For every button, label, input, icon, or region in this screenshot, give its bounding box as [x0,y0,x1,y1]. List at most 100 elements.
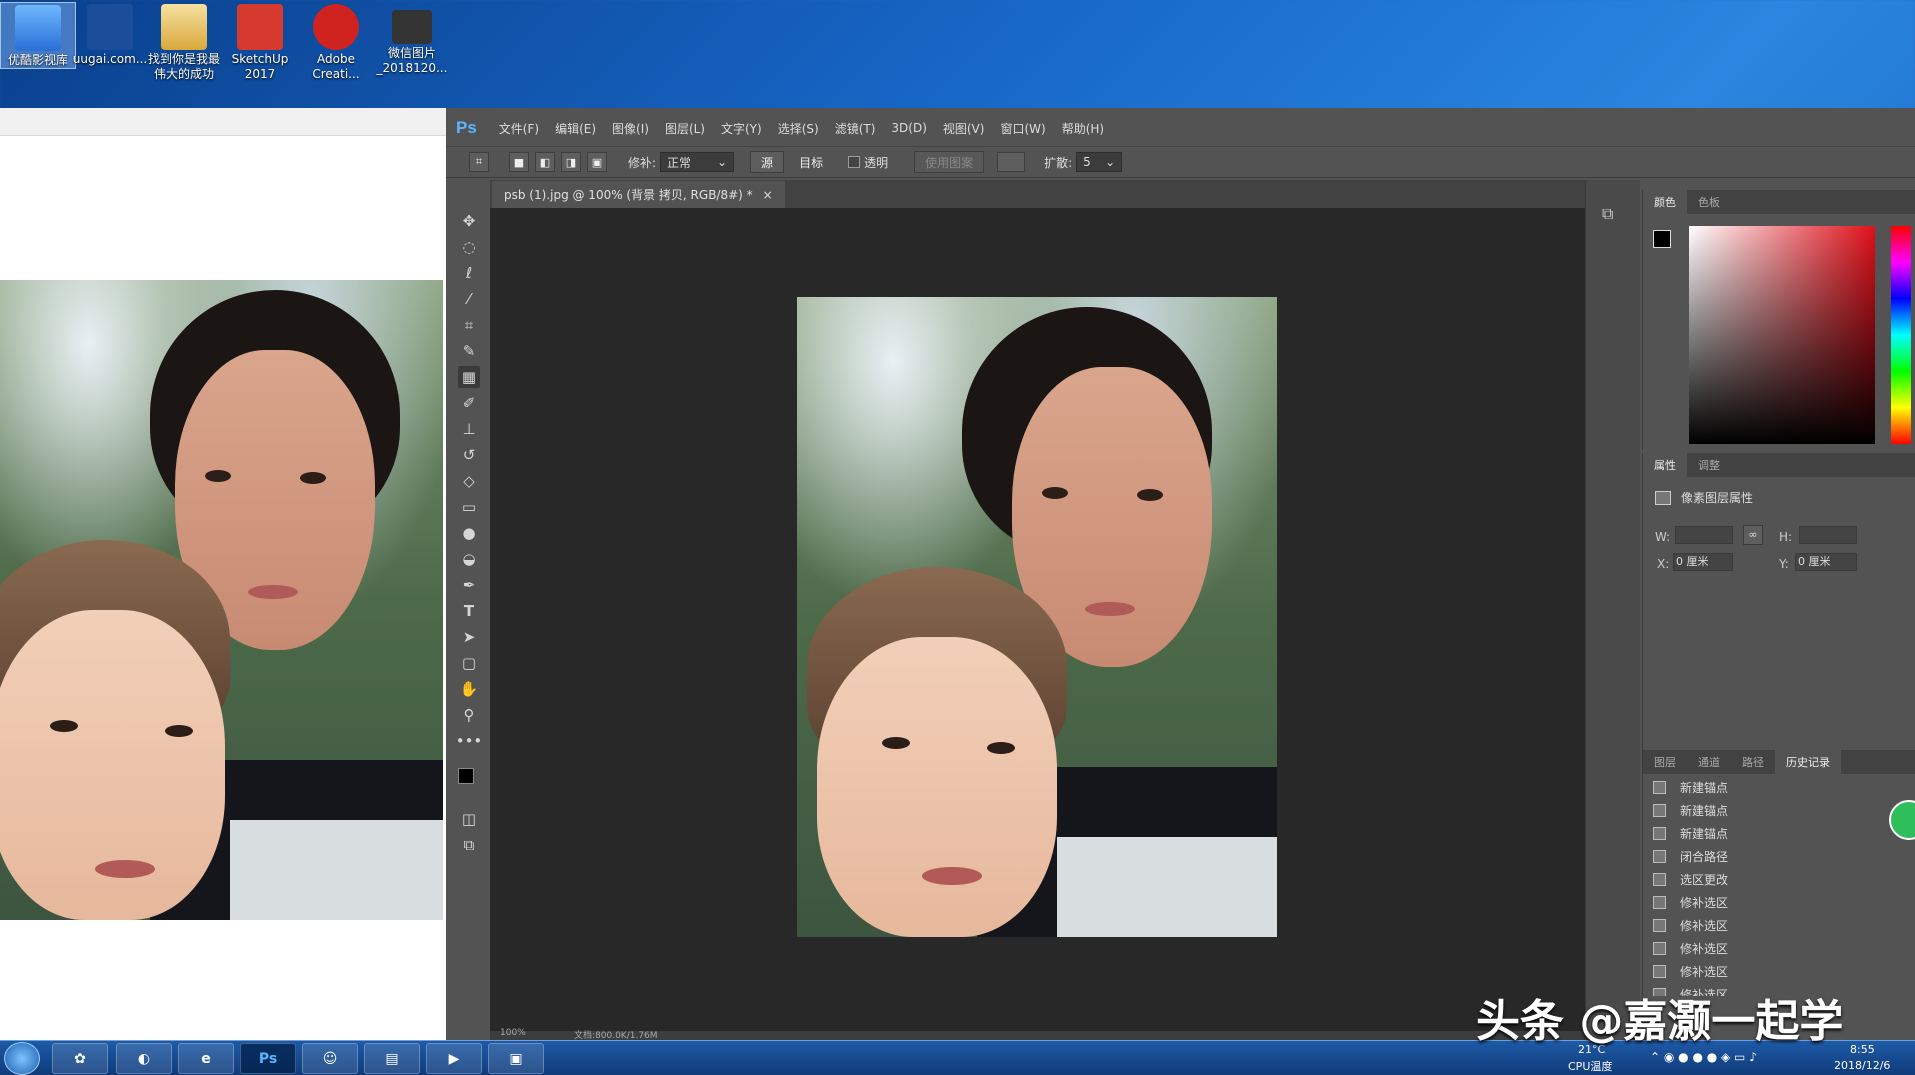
dodge-tool-icon[interactable]: ◒ [458,548,480,570]
diffusion-value: 5 [1083,155,1091,169]
menu-layer[interactable]: 图层(L) [657,120,713,137]
ellipse-marquee-icon[interactable]: ◌ [458,236,480,258]
more-tools-icon[interactable]: ••• [456,730,483,752]
transparent-checkbox[interactable] [848,156,861,168]
document-canvas-photo[interactable] [797,297,1277,937]
tab-channels[interactable]: 通道 [1687,750,1731,774]
tab-color[interactable]: 颜色 [1643,190,1687,214]
menu-edit[interactable]: 编辑(E) [547,120,604,137]
brush-tool-icon[interactable]: ✐ [458,392,480,414]
tab-paths[interactable]: 路径 [1731,750,1775,774]
desktop-icon-adobe-cc[interactable]: Adobe Creati... [298,2,374,82]
x-field[interactable]: 0 厘米 [1673,553,1733,571]
history-brush-icon[interactable]: ↺ [458,444,480,466]
width-field[interactable] [1675,526,1733,544]
ie-icon[interactable]: e [178,1043,234,1074]
eraser-tool-icon[interactable]: ◇ [458,470,480,492]
foreground-color-swatch[interactable] [458,768,474,784]
desktop-icon-sketchup[interactable]: SketchUp 2017 [222,2,298,82]
colorful-app-icon[interactable]: ✿ [52,1043,108,1074]
photoshop-icon[interactable]: Ps [240,1043,296,1074]
wechat-icon[interactable]: ☺ [302,1043,358,1074]
menu-type[interactable]: 文字(Y) [713,120,770,137]
menu-filter[interactable]: 滤镜(T) [827,120,884,137]
patch-tool-preset-icon[interactable]: ⌗ [469,152,489,172]
history-item[interactable]: 修补选区 [1643,960,1915,983]
eyedropper-icon[interactable]: ✎ [458,340,480,362]
desktop-icon-label: Adobe Creati... [312,52,360,81]
clock-date[interactable]: 2018/12/6 [1834,1059,1890,1072]
patch-step-icon [1653,942,1666,955]
history-item[interactable]: 选区更改 [1643,868,1915,891]
menu-image[interactable]: 图像(I) [604,120,657,137]
desktop-icon-wechat-image[interactable]: 微信图片_2018120... [374,2,450,76]
menu-3d[interactable]: 3D(D) [883,121,934,135]
history-item[interactable]: 新建锚点 [1643,822,1915,845]
close-icon[interactable]: × [763,188,773,202]
menu-window[interactable]: 窗口(W) [992,120,1053,137]
hand-tool-icon[interactable]: ✋ [458,678,480,700]
path-selection-icon[interactable]: ➤ [458,626,480,648]
menu-file[interactable]: 文件(F) [491,120,547,137]
diffusion-select[interactable]: 5 ⌄ [1076,152,1123,172]
patch-mode-select[interactable]: 正常 ⌄ [660,152,735,172]
tab-history[interactable]: 历史记录 [1775,750,1841,774]
type-tool-icon[interactable]: T [458,600,480,622]
screen-mode-icon[interactable]: ⧉ [458,834,480,856]
target-button[interactable]: 目标 [788,151,835,173]
menu-help[interactable]: 帮助(H) [1054,120,1112,137]
new-selection-icon[interactable]: ■ [509,152,529,172]
tab-swatches[interactable]: 色板 [1687,190,1731,214]
height-field[interactable] [1799,526,1857,544]
source-button[interactable]: 源 [750,151,785,173]
panel-toggle-icon[interactable]: ⧉ [1602,204,1613,224]
tab-layers[interactable]: 图层 [1643,750,1687,774]
tab-adjustments[interactable]: 调整 [1687,453,1731,477]
history-item[interactable]: 新建锚点 [1643,799,1915,822]
media-icon[interactable]: ▶ [426,1043,482,1074]
link-icon[interactable]: ∞ [1743,525,1763,545]
desktop-icon-folder[interactable]: 找到你是我最伟大的成功 [146,2,222,82]
history-item[interactable]: 修补选区 [1643,937,1915,960]
menu-select[interactable]: 选择(S) [770,120,827,137]
color-foreground-swatch[interactable] [1653,230,1671,248]
ps-status-bar: 100% 文档:800.0K/1.76M [490,1028,1585,1041]
tab-properties[interactable]: 属性 [1643,453,1687,477]
crop-tool-icon[interactable]: ⌗ [458,314,480,336]
shape-tool-icon[interactable]: ▢ [458,652,480,674]
history-item[interactable]: 闭合路径 [1643,845,1915,868]
move-tool-icon[interactable]: ✥ [458,210,480,232]
magic-wand-icon[interactable]: ⁄ [458,288,480,310]
picture-viewer-icon[interactable]: ▣ [488,1043,544,1074]
document-tab[interactable]: psb (1).jpg @ 100% (背景 拷贝, RGB/8#) * × [492,181,785,208]
history-item-label: 修补选区 [1680,919,1729,933]
clock-time[interactable]: 8:55 [1850,1043,1875,1056]
explorer-icon[interactable]: ▤ [364,1043,420,1074]
ps-logo: Ps [456,118,477,137]
stamp-tool-icon[interactable]: ⊥ [458,418,480,440]
patch-tool-icon[interactable]: ▦ [458,366,480,388]
use-pattern-button[interactable]: 使用图案 [914,151,985,173]
hue-slider[interactable] [1891,226,1911,444]
history-item[interactable]: 修补选区 [1643,891,1915,914]
start-orb-icon[interactable] [4,1042,40,1075]
quick-mask-icon[interactable]: ◫ [458,808,480,830]
menu-view[interactable]: 视图(V) [935,120,993,137]
add-selection-icon[interactable]: ◧ [535,152,555,172]
color-picker-field[interactable] [1689,226,1875,444]
zoom-tool-icon[interactable]: ⚲ [458,704,480,726]
pen-tool-icon[interactable]: ✒ [458,574,480,596]
intersect-selection-icon[interactable]: ▣ [587,152,607,172]
blur-tool-icon[interactable]: ● [458,522,480,544]
lasso-tool-icon[interactable]: ℓ [458,262,480,284]
pattern-swatch[interactable] [997,152,1026,172]
gradient-tool-icon[interactable]: ▭ [458,496,480,518]
history-item[interactable]: 新建锚点 [1643,776,1915,799]
tray-icons[interactable]: ⌃ ◉ ● ● ● ◈ ▭ ♪ [1650,1050,1757,1064]
history-item[interactable]: 修补选区 [1643,914,1915,937]
desktop-icon-youku[interactable]: 优酷影视库 [0,2,76,69]
browser-icon[interactable]: ◐ [116,1043,172,1074]
desktop-icon-uugai[interactable]: uugai.com... [72,2,148,67]
subtract-selection-icon[interactable]: ◨ [561,152,581,172]
y-field[interactable]: 0 厘米 [1795,553,1857,571]
